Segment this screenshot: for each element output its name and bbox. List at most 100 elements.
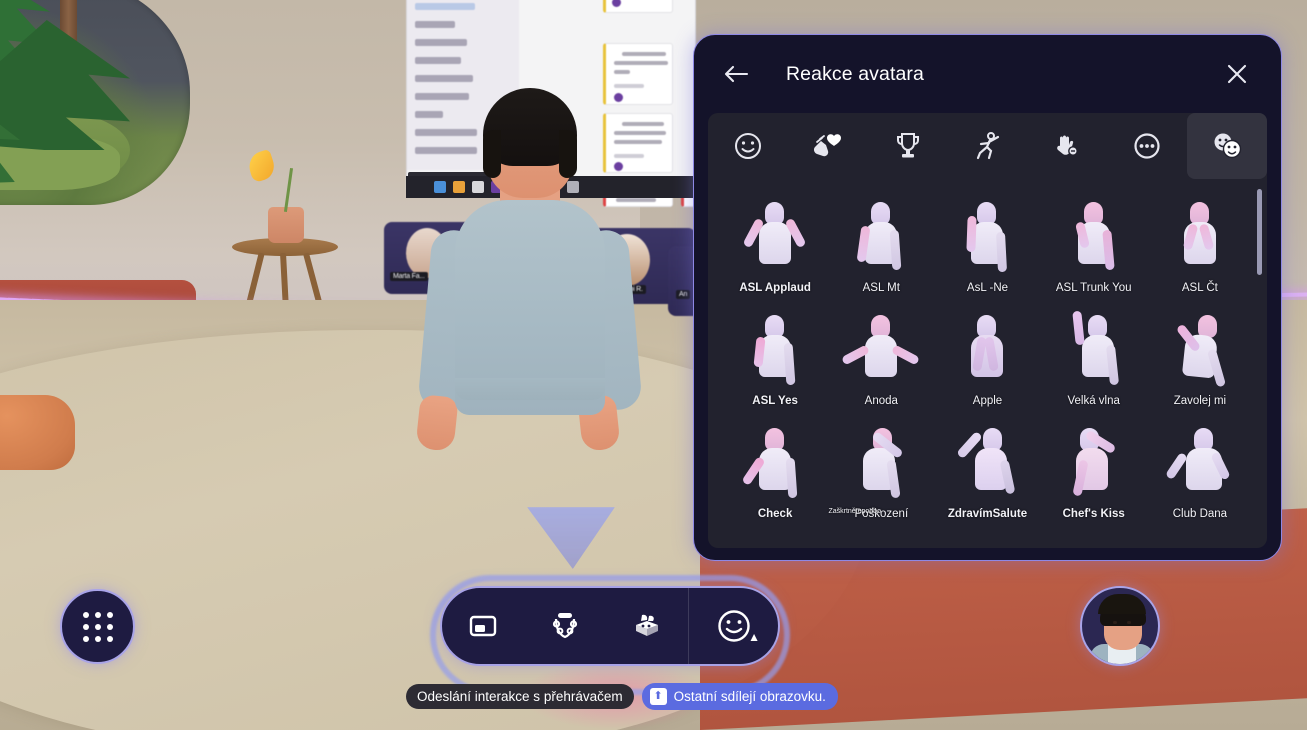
screen-share-banner: ⬆ Ostatní sdílejí obrazovku.	[641, 683, 838, 710]
tooltip-row: Odeslání interakce s přehrávačem ⬆ Ostat…	[406, 683, 838, 710]
reaction-label: Anoda	[864, 395, 898, 407]
reaction-figure	[955, 200, 1019, 278]
reaction-label: ASL Yes	[752, 395, 798, 407]
reaction-item[interactable]: ASL Trunk You	[1041, 187, 1147, 300]
reaction-label: Velká vlna	[1067, 395, 1120, 407]
grid-dots-icon	[82, 611, 113, 642]
reaction-item[interactable]: ASL Applaud	[722, 187, 828, 300]
reaction-label: Club Dana	[1172, 508, 1228, 520]
reactions-button[interactable]: ▲	[688, 588, 778, 664]
share-screen-button[interactable]	[442, 588, 524, 664]
reaction-figure	[743, 313, 807, 391]
window-forest-view	[0, 0, 190, 205]
avatar-sweater-hem	[455, 378, 605, 400]
screen-share-banner-label: Ostatní sdílejí obrazovku.	[673, 689, 826, 704]
close-x-icon	[1227, 64, 1247, 84]
tab-emoji[interactable]	[708, 113, 788, 179]
reaction-item[interactable]: Zaškrtnětepodbo Poškození	[828, 413, 934, 526]
picture-in-picture-icon	[469, 615, 497, 637]
panel-title: Reakce avatara	[786, 62, 924, 85]
reaction-item[interactable]: Apple	[934, 300, 1040, 413]
tab-more[interactable]	[1107, 113, 1187, 179]
reaction-figure	[1062, 310, 1126, 391]
reaction-category-tabs	[708, 113, 1268, 179]
reaction-item[interactable]: Velká vlna	[1041, 300, 1147, 413]
reaction-label: AsL -Ne	[966, 282, 1009, 294]
reaction-label: ASL Trunk You	[1055, 282, 1132, 294]
close-button[interactable]	[1219, 56, 1255, 92]
reaction-figure	[1168, 200, 1232, 278]
flower-vase	[268, 207, 304, 243]
reaction-label: Zaškrtnětepodbo Poškození	[828, 508, 908, 520]
screen-card-1	[603, 43, 673, 105]
reaction-label: Chef's Kiss	[1062, 508, 1125, 520]
reaction-figure	[1062, 426, 1126, 504]
avatar-reactions-panel: Reakce avatara ASL Applaud ASL Mt AsL -N…	[693, 34, 1282, 561]
tab-celebrate[interactable]	[868, 113, 948, 179]
reaction-figure	[741, 426, 807, 504]
reaction-label: ZdravímSalute	[947, 508, 1028, 520]
furniture-3d-button[interactable]	[606, 588, 688, 664]
screen-card-0	[603, 0, 673, 13]
reaction-figure	[742, 200, 807, 278]
panel-header: Reakce avatara	[694, 35, 1281, 113]
reaction-figure	[955, 426, 1019, 504]
back-button[interactable]	[718, 56, 754, 92]
avatar-hair-right	[559, 130, 577, 178]
apps-grid-button[interactable]	[60, 589, 135, 664]
reaction-figure	[955, 313, 1019, 391]
reaction-item[interactable]: ASL Čt	[1147, 187, 1253, 300]
reaction-label: Apple	[972, 395, 1003, 407]
more-dots-circle-icon	[1134, 133, 1160, 159]
reaction-item[interactable]: Check	[722, 413, 828, 526]
reactions-grid-area: ASL Applaud ASL Mt AsL -Ne ASL Trunk You…	[708, 179, 1267, 548]
bottom-toolbar: ▲	[440, 586, 780, 666]
necklace-accessory-button[interactable]	[524, 588, 606, 664]
chevron-up-icon: ▲	[748, 630, 760, 644]
tab-avatar-reactions[interactable]	[1187, 113, 1268, 179]
reactions-grid: ASL Applaud ASL Mt AsL -Ne ASL Trunk You…	[708, 179, 1267, 526]
smiley-face-icon	[717, 610, 750, 642]
two-faces-icon	[1214, 133, 1242, 159]
reaction-label: Zavolej mi	[1173, 395, 1227, 407]
reaction-item[interactable]: Zavolej mi	[1147, 300, 1253, 413]
reaction-item[interactable]: ZdravímSalute	[934, 413, 1040, 526]
reaction-figure	[849, 426, 913, 504]
reaction-label: ASL Mt	[862, 282, 900, 294]
3d-object-icon	[636, 614, 658, 636]
reaction-figure	[841, 313, 921, 391]
grid-scrollbar[interactable]	[1257, 189, 1262, 275]
interaction-tooltip: Odeslání interakce s přehrávačem	[406, 684, 634, 709]
user-avatar-button[interactable]	[1080, 586, 1160, 666]
reaction-item[interactable]: Chef's Kiss	[1041, 413, 1147, 526]
smiley-face-icon	[734, 133, 761, 159]
share-up-arrow-icon: ⬆	[649, 688, 667, 705]
reaction-item[interactable]: Anoda	[828, 300, 934, 413]
reaction-item[interactable]: ASL Yes	[722, 300, 828, 413]
reaction-item[interactable]: Club Dana	[1147, 413, 1253, 526]
tab-dance[interactable]	[948, 113, 1028, 179]
trophy-icon	[896, 133, 919, 158]
reaction-figure	[1168, 313, 1232, 391]
necklace-icon	[552, 613, 578, 639]
dancing-person-icon	[976, 132, 999, 160]
reaction-item[interactable]: AsL -Ne	[934, 187, 1040, 300]
reaction-item[interactable]: ASL Mt	[828, 187, 934, 300]
tab-raise-hand[interactable]	[1027, 113, 1107, 179]
reaction-label: Check	[757, 508, 793, 520]
reaction-label: ASL Applaud	[739, 282, 811, 294]
tab-applause[interactable]	[788, 113, 868, 179]
participant-name: Marta Fa...	[390, 272, 428, 281]
back-arrow-icon	[724, 65, 749, 83]
participant-name: An	[676, 290, 691, 299]
reaction-label: ASL Čt	[1181, 282, 1218, 294]
reaction-figure	[1062, 200, 1126, 278]
reaction-label-overlap: Zaškrtnětepodbo	[828, 508, 881, 515]
reaction-figure	[1164, 426, 1232, 504]
raise-hand-icon	[1057, 135, 1079, 156]
hand-heart-icon	[813, 134, 841, 157]
reaction-figure	[849, 200, 913, 278]
toolbar-main-group	[442, 588, 688, 664]
orange-ottoman	[0, 395, 75, 470]
screen-card-2	[603, 113, 673, 173]
